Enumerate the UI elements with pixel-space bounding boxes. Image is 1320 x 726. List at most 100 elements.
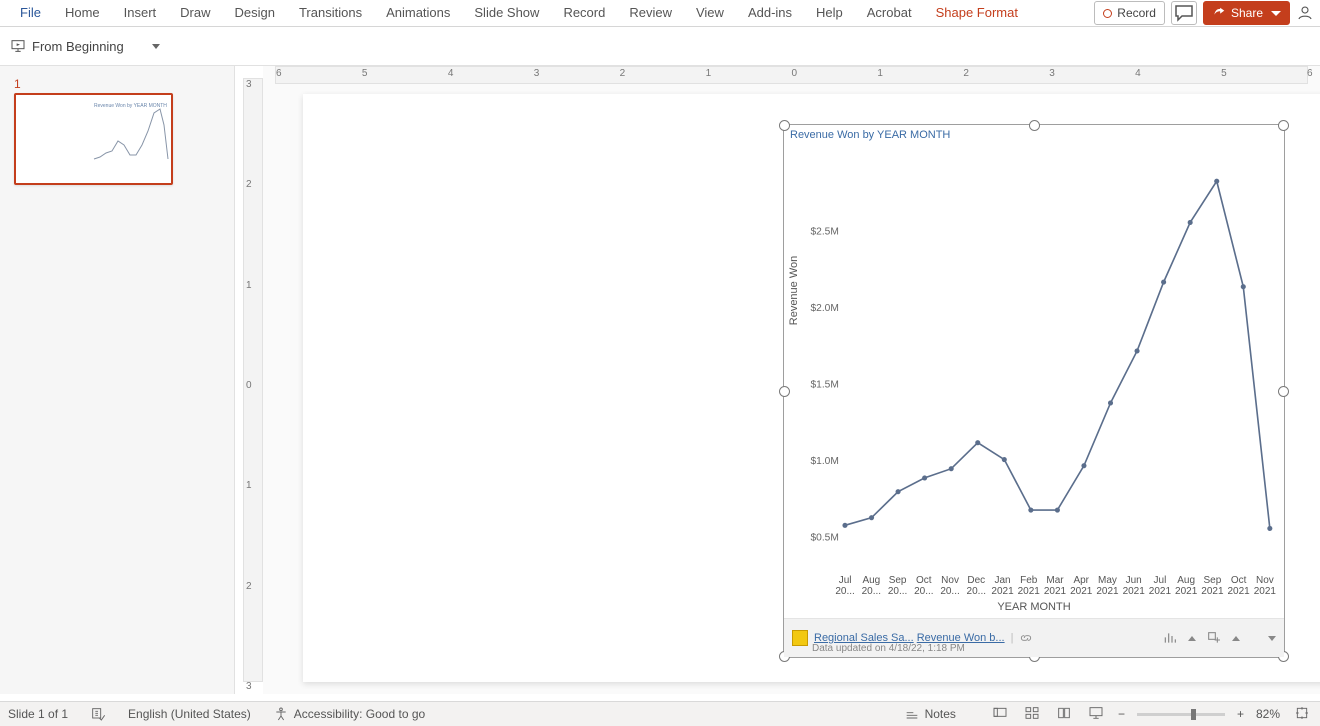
zoom-thumb[interactable] — [1191, 709, 1196, 720]
slide-editor[interactable]: 6543210123456 Revenue Won by YEAR MONTH … — [263, 66, 1320, 694]
chevron-down-icon[interactable] — [1268, 636, 1276, 641]
ruler-tick: 1 — [246, 280, 252, 291]
horizontal-ruler: 6543210123456 — [275, 66, 1308, 84]
ruler-tick: 6 — [1307, 68, 1313, 79]
share-button[interactable]: Share — [1203, 1, 1290, 25]
tab-record[interactable]: Record — [551, 1, 617, 26]
y-tick-label: $2.5M — [810, 227, 838, 238]
tab-review[interactable]: Review — [617, 1, 684, 26]
tab-animations[interactable]: Animations — [374, 1, 462, 26]
slideshow-view-button[interactable] — [1086, 703, 1106, 726]
zoom-slider[interactable] — [1137, 713, 1225, 716]
zoom-in-button[interactable]: + — [1237, 707, 1244, 721]
sorter-view-button[interactable] — [1022, 703, 1042, 726]
powerbi-icon — [792, 630, 808, 646]
comment-icon — [1172, 1, 1196, 25]
y-axis-label: Revenue Won — [788, 256, 800, 326]
x-tick-label: Dec20... — [963, 575, 989, 597]
zoom-out-button[interactable]: − — [1118, 707, 1125, 721]
chart-point — [1241, 284, 1246, 289]
ruler-tick: 3 — [534, 68, 540, 79]
resize-handle[interactable] — [779, 386, 790, 397]
ruler-tick: 1 — [246, 480, 252, 491]
chart-point — [1267, 526, 1272, 531]
ruler-tick: 3 — [246, 681, 252, 692]
vertical-ruler: 3210123 — [235, 66, 263, 694]
chart-point — [1081, 463, 1086, 468]
x-tick-label: Apr2021 — [1068, 575, 1094, 597]
accessibility-icon — [273, 706, 289, 722]
chart-point — [922, 475, 927, 480]
slide-canvas[interactable]: Revenue Won by YEAR MONTH Revenue Won $0… — [303, 94, 1320, 682]
tab-view[interactable]: View — [684, 1, 736, 26]
chevron-up-icon[interactable] — [1188, 636, 1196, 641]
slide-thumbnail-1[interactable]: Revenue Won by YEAR MONTH — [14, 93, 173, 185]
fit-to-window-button[interactable] — [1292, 703, 1312, 726]
reading-view-button[interactable] — [1054, 703, 1074, 726]
chevron-up-icon[interactable] — [1232, 636, 1240, 641]
language-button[interactable]: English (United States) — [128, 707, 251, 721]
tab-help[interactable]: Help — [804, 1, 855, 26]
tab-file[interactable]: File — [8, 1, 53, 26]
powerbi-chart-object[interactable]: Revenue Won by YEAR MONTH Revenue Won $0… — [783, 124, 1285, 658]
chart-point — [1214, 179, 1219, 184]
x-tick-label: Sep2021 — [1199, 575, 1225, 597]
tab-slide-show[interactable]: Slide Show — [462, 1, 551, 26]
ruler-tick: 2 — [963, 68, 969, 79]
accessibility-button[interactable]: Accessibility: Good to go — [273, 706, 425, 722]
ruler-tick: 3 — [1049, 68, 1055, 79]
thumbnail-panel[interactable]: 1 Revenue Won by YEAR MONTH — [0, 66, 235, 694]
resize-handle[interactable] — [1278, 386, 1289, 397]
share-icon — [1212, 6, 1226, 20]
tab-shape-format[interactable]: Shape Format — [924, 1, 1030, 26]
link-icon — [1019, 631, 1033, 645]
tab-add-ins[interactable]: Add-ins — [736, 1, 804, 26]
record-button[interactable]: Record — [1094, 1, 1165, 25]
chart-point — [869, 515, 874, 520]
tab-design[interactable]: Design — [223, 1, 287, 26]
y-tick-label: $0.5M — [810, 533, 838, 544]
record-dot-icon — [1103, 9, 1112, 18]
spellcheck-icon — [90, 706, 106, 722]
chart-point — [975, 440, 980, 445]
resize-handle[interactable] — [1278, 120, 1289, 131]
ruler-tick: 0 — [246, 380, 252, 391]
tab-home[interactable]: Home — [53, 1, 112, 26]
chart-point — [896, 489, 901, 494]
from-beginning-button[interactable]: From Beginning — [32, 39, 124, 54]
y-tick-label: $1.5M — [810, 380, 838, 391]
tab-transitions[interactable]: Transitions — [287, 1, 374, 26]
slide-indicator[interactable]: Slide 1 of 1 — [8, 707, 68, 721]
normal-view-button[interactable] — [990, 703, 1010, 726]
ruler-tick: 3 — [246, 79, 252, 90]
bar-chart-icon[interactable] — [1162, 630, 1178, 646]
chart-point — [1108, 400, 1113, 405]
tab-acrobat[interactable]: Acrobat — [855, 1, 924, 26]
x-tick-label: Jul2021 — [1147, 575, 1173, 597]
ruler-tick: 0 — [792, 68, 798, 79]
chart-point — [1135, 348, 1140, 353]
spellcheck-button[interactable] — [90, 706, 106, 722]
resize-handle[interactable] — [1029, 120, 1040, 131]
notes-icon — [904, 706, 920, 722]
chart-plot: Revenue Won $0.5M$1.0M$1.5M$2.0M$2.5M — [798, 149, 1278, 559]
tab-draw[interactable]: Draw — [168, 1, 222, 26]
notes-button[interactable]: Notes — [904, 706, 956, 722]
x-axis-title: YEAR MONTH — [784, 601, 1284, 613]
comments-button[interactable] — [1171, 1, 1197, 25]
x-tick-label: May2021 — [1094, 575, 1120, 597]
x-tick-label: Oct2021 — [1226, 575, 1252, 597]
user-icon[interactable] — [1296, 4, 1314, 22]
zoom-value[interactable]: 82% — [1256, 707, 1280, 721]
workspace: 1 Revenue Won by YEAR MONTH 3210123 6543… — [0, 66, 1320, 694]
x-tick-label: Nov2021 — [1252, 575, 1278, 597]
ruler-tick: 2 — [246, 179, 252, 190]
ruler-tick: 5 — [362, 68, 368, 79]
x-tick-label: Mar2021 — [1042, 575, 1068, 597]
add-visual-icon[interactable] — [1206, 630, 1222, 646]
x-tick-label: Sep20... — [884, 575, 910, 597]
tab-insert[interactable]: Insert — [112, 1, 169, 26]
chevron-down-icon[interactable] — [152, 44, 160, 49]
thumb-preview-icon: Revenue Won by YEAR MONTH — [16, 95, 171, 183]
resize-handle[interactable] — [779, 120, 790, 131]
